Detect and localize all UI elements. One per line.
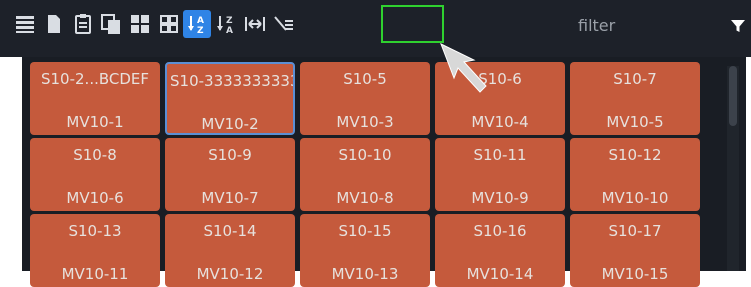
route-tile[interactable]: S10-11 MV10-9 xyxy=(435,138,565,211)
tile-destination-label: MV10-6 xyxy=(66,189,124,207)
filter-icon[interactable] xyxy=(728,13,748,37)
svg-text:Z: Z xyxy=(197,26,204,35)
tile-destination-label: MV10-9 xyxy=(471,189,529,207)
svg-text:A: A xyxy=(226,26,233,35)
page-icon[interactable] xyxy=(40,10,68,38)
scrollbar-thumb[interactable] xyxy=(729,66,737,126)
route-tile[interactable]: S10-8 MV10-6 xyxy=(30,138,160,211)
route-tile[interactable]: S10-15 MV10-13 xyxy=(300,214,430,287)
grid-filled-icon[interactable] xyxy=(126,10,154,38)
tile-source-label: S10-15 xyxy=(338,222,392,240)
toolbar: A Z Z A xyxy=(0,0,751,57)
route-tile[interactable]: S10-17 MV10-15 xyxy=(570,214,700,287)
route-tile[interactable]: S10-16 MV10-14 xyxy=(435,214,565,287)
tile-source-label: S10-2...BCDEF xyxy=(40,70,150,88)
filter-input[interactable] xyxy=(560,13,743,37)
clipboard-icon[interactable] xyxy=(69,10,97,38)
list-view-icon[interactable] xyxy=(11,10,39,38)
svg-text:A: A xyxy=(197,16,204,26)
tile-source-label: S10-14 xyxy=(203,222,257,240)
router-panel: A Z Z A filter S10-2...BCDEF MV10-1 S10-… xyxy=(0,0,751,287)
route-tile[interactable]: S10-13 MV10-11 xyxy=(30,214,160,287)
route-tile[interactable]: S10-14 MV10-12 xyxy=(165,214,295,287)
highlight-box xyxy=(381,5,444,43)
tile-source-label: S10-9 xyxy=(208,146,252,164)
tile-source-label: S10-12 xyxy=(608,146,662,164)
tile-source-label: S10-13 xyxy=(68,222,122,240)
route-tile[interactable]: S10-2...BCDEF MV10-1 xyxy=(30,62,160,135)
grid-outline-icon[interactable] xyxy=(155,10,183,38)
tile-destination-label: MV10-14 xyxy=(466,265,534,283)
tile-source-label: S10-333333333333 xyxy=(170,72,293,90)
tile-destination-label: MV10-10 xyxy=(601,189,669,207)
route-tile[interactable]: S10-5 MV10-3 xyxy=(300,62,430,135)
route-tile[interactable]: S10-7 MV10-5 xyxy=(570,62,700,135)
tile-destination-label: MV10-5 xyxy=(606,113,664,131)
tile-source-label: S10-17 xyxy=(608,222,662,240)
pointer-arrow-icon xyxy=(440,42,487,93)
tile-source-label: S10-8 xyxy=(73,146,117,164)
vertical-scrollbar[interactable] xyxy=(727,66,739,271)
svg-text:Z: Z xyxy=(226,16,233,26)
tile-destination-label: MV10-4 xyxy=(471,113,529,131)
tile-source-label: S10-7 xyxy=(613,70,657,88)
route-tile[interactable]: S10-10 MV10-8 xyxy=(300,138,430,211)
tile-destination-label: MV10-8 xyxy=(336,189,394,207)
route-tile[interactable]: S10-333333333333 MV10-2 xyxy=(165,62,295,135)
tile-source-label: S10-10 xyxy=(338,146,392,164)
sort-ascending-icon[interactable]: A Z xyxy=(183,10,211,38)
tile-source-label: S10-5 xyxy=(343,70,387,88)
tile-source-label: S10-16 xyxy=(473,222,527,240)
tile-destination-label: MV10-11 xyxy=(61,265,129,283)
expand-width-icon[interactable] xyxy=(241,10,269,38)
route-tile[interactable]: S10-12 MV10-10 xyxy=(570,138,700,211)
tile-destination-label: MV10-7 xyxy=(201,189,259,207)
tile-destination-label: MV10-15 xyxy=(601,265,669,283)
tile-destination-label: MV10-1 xyxy=(66,113,124,131)
sort-descending-icon[interactable]: Z A xyxy=(212,10,240,38)
tile-destination-label: MV10-2 xyxy=(201,115,259,133)
tile-destination-label: MV10-3 xyxy=(336,113,394,131)
tile-destination-label: MV10-13 xyxy=(331,265,399,283)
copy-icon[interactable] xyxy=(97,10,125,38)
clear-sort-icon[interactable] xyxy=(270,10,298,38)
tile-destination-label: MV10-12 xyxy=(196,265,264,283)
route-tile[interactable]: S10-9 MV10-7 xyxy=(165,138,295,211)
tile-source-label: S10-11 xyxy=(473,146,527,164)
